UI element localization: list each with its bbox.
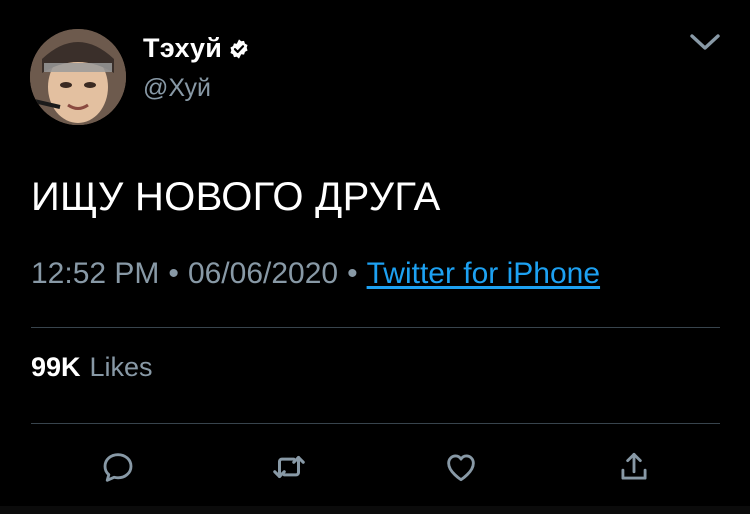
author-name-row[interactable]: Тэхуй <box>143 33 250 64</box>
tweet-time: 12:52 PM <box>31 257 160 290</box>
divider <box>31 423 720 424</box>
chevron-down-icon[interactable] <box>688 30 722 54</box>
meta-separator: • <box>347 257 358 290</box>
verified-badge-icon <box>230 38 248 59</box>
share-icon <box>621 452 647 480</box>
tweet-source-link[interactable]: Twitter for iPhone <box>367 257 600 291</box>
divider <box>31 327 720 328</box>
heart-icon <box>447 454 475 482</box>
reply-button[interactable] <box>96 445 140 489</box>
avatar[interactable] <box>30 29 126 125</box>
likes-count: 99K <box>31 352 81 382</box>
meta-separator: • <box>168 257 179 290</box>
tweet-meta: 12:52 PM • 06/06/2020 • Twitter for iPho… <box>31 257 600 291</box>
share-button[interactable] <box>612 445 656 489</box>
bottom-edge <box>0 506 750 514</box>
avatar-photo <box>30 29 126 125</box>
likes-label: Likes <box>89 352 153 382</box>
author-handle[interactable]: @Хуй <box>143 74 211 103</box>
retweet-button[interactable] <box>267 445 311 489</box>
reply-icon <box>103 453 133 482</box>
action-bar <box>0 445 750 489</box>
retweet-icon <box>273 455 305 479</box>
like-button[interactable] <box>439 445 483 489</box>
likes-stat[interactable]: 99K Likes <box>31 352 153 383</box>
display-name[interactable]: Тэхуй <box>143 33 222 64</box>
tweet-text: ИЩУ НОВОГО ДРУГА <box>31 175 441 219</box>
tweet-date: 06/06/2020 <box>187 257 339 290</box>
